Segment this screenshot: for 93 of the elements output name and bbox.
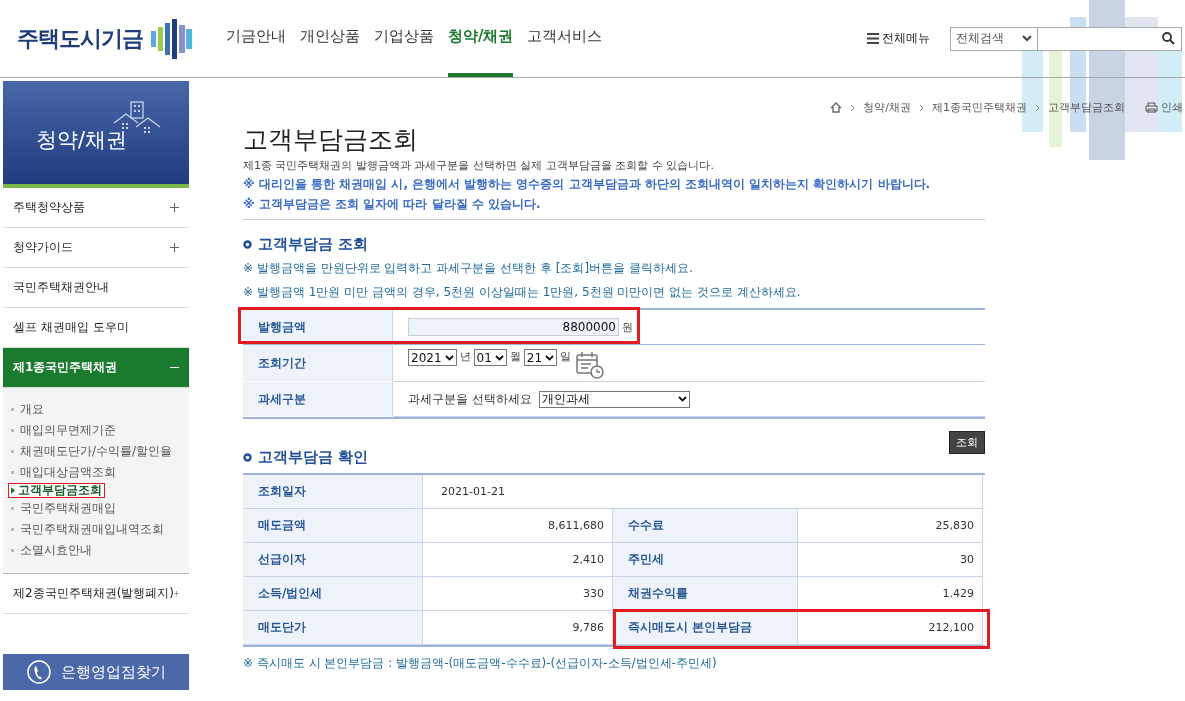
plus-icon [174,589,179,598]
home-icon[interactable] [830,102,843,113]
section-title: 청약/채권 [36,126,128,154]
chevron-icon [1035,103,1040,112]
result-value: 25,830 [798,509,983,543]
logo-text[interactable]: 주택도시기금 [17,23,143,54]
sub-menu-item[interactable]: 고객부담금조회 [8,483,105,498]
instruction-text: ※ 발행금액 1만원 미만 금액의 경우, 5천원 이상일때는 1만원, 5천원 미만이면 없는 것으로 계산하세요. [243,284,802,301]
search-icon [1162,32,1175,45]
day-select[interactable]: 21 [523,349,558,366]
tax-type-select[interactable]: 개인과세 [538,390,690,408]
search-field[interactable] [1038,26,1182,51]
bank-branch-button[interactable]: 은행영업점찾기 [3,654,189,690]
amount-input[interactable]: 8800000 [408,318,619,336]
chevron-icon [545,354,555,361]
result-value: 9,786 [423,611,613,645]
notice-text: ※ 대리인을 통한 채권매입 시, 은행에서 발행하는 영수증의 고객부담금과 하단의 조회내역이 일치하는지 확인하시기 바랍니다. [243,176,932,193]
bullet-icon [11,527,15,532]
plus-icon [170,243,179,252]
chevron-icon [919,103,924,112]
instruction-text: ※ 발행금액을 만원단위로 입력하고 과세구분을 선택한 후 [조회]버튼을 클릭하세요. [243,260,694,277]
unit-text: 일 [560,349,572,364]
triangle-icon [11,487,15,494]
result-label: 선급이자 [243,543,423,577]
result-label: 매도단가 [243,611,423,645]
print-link[interactable]: 인쇄 [1145,100,1183,115]
bullet-icon [11,506,15,511]
breadcrumb-link[interactable]: 제1종국민주택채권 [932,100,1027,115]
field-label: 발행금액 [243,310,393,345]
menu-icon [867,33,879,44]
bullet-icon [11,428,15,433]
side-menu-item[interactable]: 국민주택채권안내 [3,268,189,308]
side-menu-item[interactable]: 제1종국민주택채권 [3,348,189,388]
chevron-icon [677,396,687,402]
result-label: 수수료 [613,509,798,543]
phone-icon [26,660,51,684]
result-label: 매도금액 [243,509,423,543]
ring-bullet-icon [243,240,252,249]
result-value: 30 [798,543,983,577]
month-select[interactable]: 01 [473,349,507,366]
unit-text: 원 [622,319,633,335]
result-value: 212,100 [798,611,983,645]
result-label: 채권수익률 [613,577,798,611]
unit-text: 년 [459,349,471,364]
nav-tab[interactable]: 기금안내 [226,0,286,77]
side-menu-item[interactable]: 제2종국민주택채권(발행폐지) [3,574,189,614]
bullet-icon [11,470,15,475]
result-label: 소득/법인세 [243,577,423,611]
sub-menu-item[interactable]: 매입의무면제기준 [8,420,125,441]
field-label: 조회기간 [243,345,393,381]
chevron-icon [444,354,454,361]
notice-text: ※ 고객부담금은 조회 일자에 따라 달라질 수 있습니다. [243,196,542,213]
sub-menu-item[interactable]: 국민주택채권매입 [8,498,125,519]
ring-bullet-icon [243,453,252,462]
bullet-icon [11,548,15,553]
nav-tab[interactable]: 개인상품 [300,0,360,77]
sub-menu-item[interactable]: 매입대상금액조회 [8,462,125,483]
query-button[interactable]: 조회 [949,431,985,454]
sub-menu-item[interactable]: 채권매도단가/수익률/할인율 [8,441,182,462]
printer-icon [1145,102,1158,113]
search-scope-select[interactable]: 전체검색 [950,26,1038,51]
nav-tab[interactable]: 기업상품 [374,0,434,77]
all-menu-button[interactable]: 전체메뉴 [867,30,930,47]
result-value: 1.429 [798,577,983,611]
bullet-icon [11,407,15,412]
plus-icon [170,203,179,212]
result-label: 조회일자 [243,475,423,509]
side-menu-item[interactable]: 청약가이드 [3,228,189,268]
field-label: 과세구분 [243,382,393,416]
formula-text: ※ 즉시매도 시 본인부담금 : 발행금액-(매도금액-수수료)-(선급이자-소득/법인세-주민세) [243,655,718,672]
page-title: 고객부담금조회 [243,124,419,156]
sub-menu-item[interactable]: 소멸시효안내 [8,540,101,561]
chevron-icon [1022,35,1032,42]
nav-tab[interactable]: 청약/채권 [448,0,514,77]
chevron-icon [850,103,856,112]
calendar-icon[interactable] [576,351,605,379]
chevron-icon [494,354,504,361]
year-select[interactable]: 2021 [408,349,457,366]
description-text: 제1종 국민주택채권의 발행금액과 과세구분을 선택하면 실제 고객부담금을 조회할 수 있습니다. [243,158,715,173]
breadcrumb-link[interactable]: 고객부담금조회 [1048,100,1125,115]
bullet-icon [11,449,15,454]
result-label: 즉시매도시 본인부담금 [613,611,798,645]
prompt-text: 과세구분을 선택하세요 [408,390,532,408]
section-heading: 고객부담금 조회 [258,235,369,254]
nav-tab[interactable]: 고객서비스 [527,0,603,77]
result-label: 주민세 [613,543,798,577]
unit-text: 월 [509,349,521,364]
side-menu-item[interactable]: 주택청약상품 [3,188,189,228]
logo-icon [151,18,193,59]
section-heading: 고객부담금 확인 [258,448,369,467]
sub-menu-item[interactable]: 개요 [8,399,53,420]
breadcrumb-link[interactable]: 청약/채권 [863,100,911,115]
sub-menu-item[interactable]: 국민주택채권매입내역조회 [8,519,173,540]
